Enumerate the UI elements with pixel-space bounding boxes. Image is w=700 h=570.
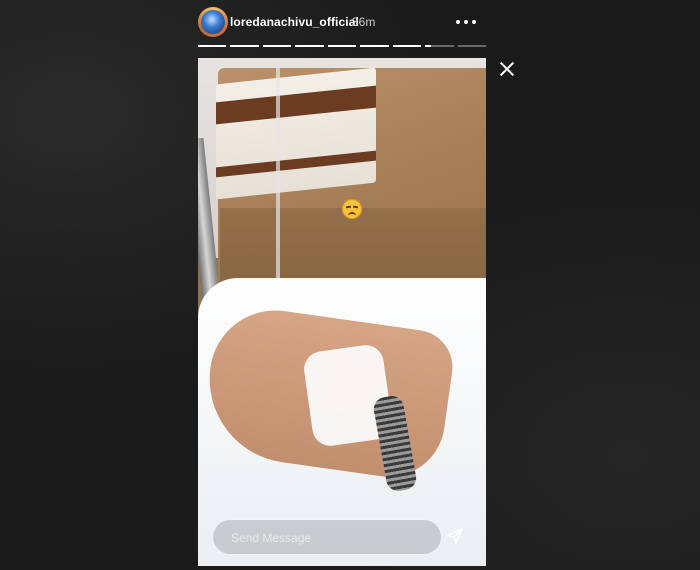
send-message-input[interactable] bbox=[229, 520, 428, 556]
progress-segment bbox=[327, 45, 357, 47]
progress-segment bbox=[262, 45, 292, 47]
emoji-mouth bbox=[348, 212, 356, 217]
close-icon[interactable] bbox=[498, 60, 516, 78]
progress-segment bbox=[392, 45, 422, 47]
sad-face-emoji-sticker bbox=[342, 199, 362, 219]
story-progress-bar bbox=[198, 45, 486, 47]
story-media[interactable] bbox=[198, 58, 486, 566]
username[interactable]: loredanachivu_official bbox=[230, 15, 359, 29]
progress-segment bbox=[198, 45, 227, 47]
progress-segment bbox=[230, 45, 259, 47]
iv-tube bbox=[276, 68, 280, 298]
more-dot-icon bbox=[464, 20, 468, 24]
progress-segment bbox=[457, 45, 486, 47]
progress-segment bbox=[295, 45, 324, 47]
progress-segment-fill bbox=[295, 45, 324, 47]
tissue-box-band-bottom bbox=[216, 150, 376, 178]
progress-segment bbox=[425, 45, 454, 47]
progress-segment-fill bbox=[230, 45, 259, 47]
tissue-box-band bbox=[216, 85, 376, 125]
progress-segment-fill bbox=[392, 45, 422, 47]
more-dot-icon bbox=[472, 20, 476, 24]
progress-segment-fill bbox=[425, 45, 431, 47]
more-dot-icon bbox=[456, 20, 460, 24]
send-icon[interactable] bbox=[445, 526, 465, 546]
avatar-image bbox=[201, 10, 225, 34]
tissue-box bbox=[216, 67, 376, 200]
avatar[interactable] bbox=[198, 7, 228, 37]
send-message-box[interactable] bbox=[212, 519, 442, 556]
more-options-button[interactable] bbox=[456, 13, 486, 31]
progress-segment-fill bbox=[327, 45, 357, 47]
progress-segment-fill bbox=[360, 45, 389, 47]
story-header: loredanachivu_official 36m bbox=[198, 5, 488, 39]
progress-segment-fill bbox=[198, 45, 227, 47]
timestamp: 36m bbox=[352, 15, 376, 29]
progress-segment bbox=[360, 45, 389, 47]
progress-segment-fill bbox=[262, 45, 292, 47]
